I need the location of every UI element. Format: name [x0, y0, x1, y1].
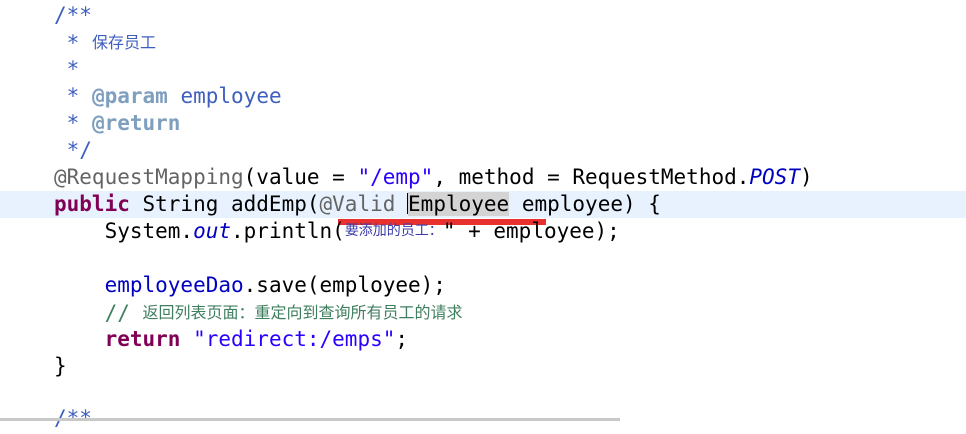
keyword-public: public: [54, 192, 130, 216]
request-mapping-annotation: @RequestMapping: [54, 165, 244, 189]
javadoc-param-name: employee: [180, 84, 282, 108]
request-mapping-line: @RequestMapping(value = "/emp", method =…: [54, 165, 813, 189]
employee-dao-field: employeeDao: [104, 273, 244, 297]
javadoc-open: /**: [54, 3, 92, 27]
javadoc-summary-line: * 保存员工: [54, 31, 156, 55]
javadoc-summary-text: 保存员工: [91, 33, 156, 52]
code-line-3[interactable]: *: [0, 56, 966, 83]
save-line: employeeDao.save(employee);: [104, 273, 446, 297]
param-type-employee[interactable]: Employee: [408, 192, 510, 216]
code-line-14[interactable]: }: [0, 353, 966, 380]
redirect-comment: // 返回列表页面：重定向到查询所有员工的请求: [54, 301, 463, 325]
code-line-7[interactable]: @RequestMapping(value = "/emp", method =…: [0, 164, 966, 191]
code-line-13[interactable]: return "redirect:/emps";: [0, 326, 966, 353]
code-line-11[interactable]: employeeDao.save(employee);: [0, 272, 966, 299]
keyword-return: return: [104, 327, 181, 351]
javadoc-param-tag: @param: [91, 84, 168, 108]
code-editor[interactable]: /** * 保存员工 * * @param employee * @return…: [0, 0, 966, 430]
code-line-1[interactable]: /**: [0, 2, 966, 29]
javadoc-return-line: * @return: [54, 111, 181, 135]
redirect-string: "redirect:/emps": [193, 327, 396, 351]
closing-brace: }: [54, 354, 67, 378]
javadoc-close: */: [54, 138, 92, 162]
out-field: out: [193, 219, 232, 243]
javadoc-blank-star: *: [54, 57, 80, 81]
valid-annotation: @Valid: [319, 192, 396, 216]
return-line: return "redirect:/emps";: [104, 327, 409, 351]
javadoc-param-line: * @param employee: [54, 84, 282, 108]
code-line-12[interactable]: // 返回列表页面：重定向到查询所有员工的请求: [0, 299, 966, 326]
code-line-2[interactable]: * 保存员工: [0, 29, 966, 56]
code-line-8-current[interactable]: public String addEmp(@Valid Employee emp…: [0, 191, 966, 218]
code-line-6[interactable]: */: [0, 137, 966, 164]
code-line-10-blank[interactable]: [0, 245, 966, 272]
println-string-fragment: 要添加的员工：: [344, 223, 443, 239]
code-line-9[interactable]: System.out.println(要添加的员工：" + employee);: [0, 218, 966, 245]
code-line-5[interactable]: * @return: [0, 110, 966, 137]
method-signature-line: public String addEmp(@Valid Employee emp…: [54, 192, 661, 216]
println-line: System.out.println(要添加的员工：" + employee);: [54, 219, 620, 243]
mapping-value-string: "/emp": [357, 165, 434, 189]
mapping-method-const: POST: [749, 165, 800, 189]
code-line-4[interactable]: * @param employee: [0, 83, 966, 110]
javadoc-return-tag: @return: [91, 111, 181, 135]
redirect-comment-text: 返回列表页面：重定向到查询所有员工的请求: [142, 303, 463, 322]
